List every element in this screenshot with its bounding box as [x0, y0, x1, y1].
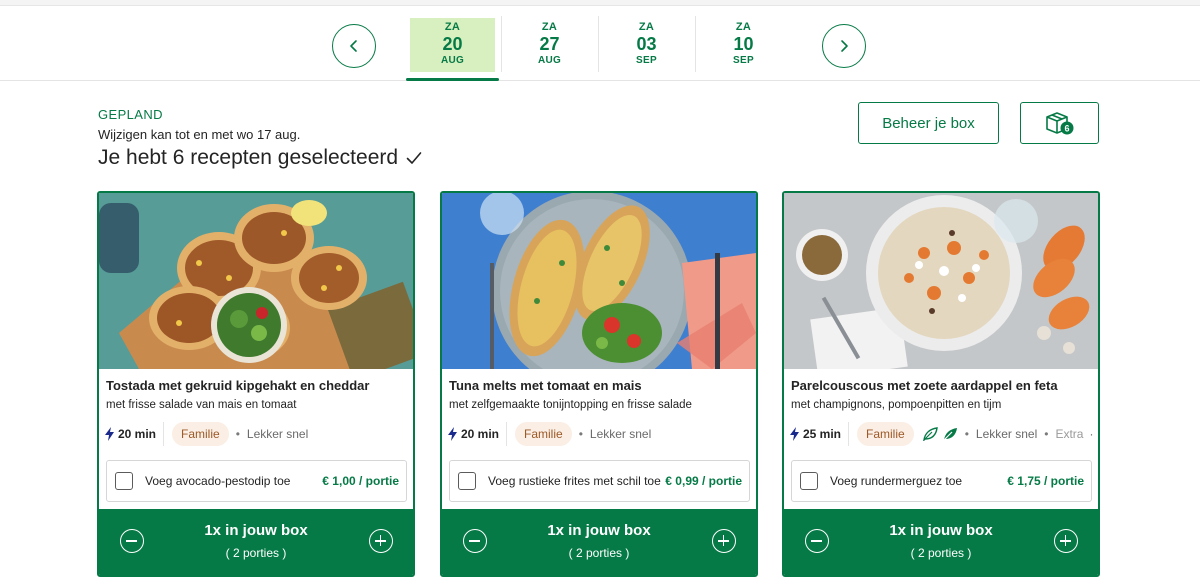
recipe-photo[interactable]: [442, 193, 756, 369]
addon-label: Voeg rustieke frites met schil toe: [488, 474, 661, 488]
lightning-icon: [790, 427, 799, 441]
prep-time: 25 min: [789, 422, 850, 446]
veggie-icons: [922, 427, 958, 441]
lightning-icon: [105, 427, 114, 441]
recipe-photo[interactable]: [784, 193, 1098, 369]
week-date: 03: [636, 34, 657, 54]
recipe-subtitle: met frisse salade van mais en tomaat: [106, 399, 297, 411]
recipe-title[interactable]: Tostada met gekruid kipgehakt en cheddar: [106, 378, 369, 393]
increase-button[interactable]: [1054, 529, 1078, 553]
week-navigation: ZA 20 AUG ZA 27 AUG ZA 03 SEP ZA 10 SEP: [0, 6, 1200, 81]
quantity-bar: 1x in jouw box ( 2 porties ): [784, 509, 1098, 575]
quantity-bar: 1x in jouw box ( 2 porties ): [442, 509, 756, 575]
lightning-icon: [448, 427, 457, 441]
box-icon: 6: [1045, 112, 1073, 135]
prep-time: 20 min: [447, 422, 508, 446]
delivery-status: GEPLAND: [98, 107, 163, 122]
week-tab-2[interactable]: ZA 03 SEP: [598, 6, 695, 81]
separator-dot: •: [1044, 427, 1049, 441]
recipe-card: Tostada met gekruid kipgehakt en cheddar…: [97, 191, 415, 577]
week-month: SEP: [733, 55, 754, 66]
quantity-bar: 1x in jouw box ( 2 porties ): [99, 509, 413, 575]
quantity-label: 1x in jouw box: [204, 522, 308, 539]
tag-badge: Familie: [857, 422, 914, 446]
extra-label: Extra: [1055, 427, 1084, 441]
week-date: 20: [442, 34, 463, 54]
addon-price: € 0,99 / portie: [665, 474, 742, 488]
week-month: AUG: [440, 55, 465, 66]
feature-label: Lekker snel: [589, 427, 652, 441]
separator-dot: •: [964, 427, 969, 441]
portions-label: ( 2 porties ): [225, 546, 287, 560]
addon-checkbox[interactable]: [458, 472, 476, 490]
selection-summary: Je hebt 6 recepten geselecteerd: [98, 146, 422, 170]
week-month: AUG: [537, 55, 562, 66]
addon-checkbox[interactable]: [115, 472, 133, 490]
recipe-card: Tuna melts met tomaat en mais met zelfge…: [440, 191, 758, 577]
week-day: ZA: [735, 21, 752, 33]
recipe-image: [442, 193, 756, 369]
week-list: ZA 20 AUG ZA 27 AUG ZA 03 SEP ZA 10 SEP: [404, 6, 792, 81]
increase-button[interactable]: [369, 529, 393, 553]
feature-label: Lekker snel: [246, 427, 309, 441]
tag-badge: Familie: [515, 422, 572, 446]
recipe-title[interactable]: Parelcouscous met zoete aardappel en fet…: [791, 378, 1058, 393]
recipe-title[interactable]: Tuna melts met tomaat en mais: [449, 378, 642, 393]
addon-checkbox[interactable]: [800, 472, 818, 490]
tag-badge: Familie: [172, 422, 229, 446]
prep-time-value: 20 min: [118, 427, 157, 441]
check-icon: [406, 152, 422, 164]
addon-option[interactable]: Voeg rustieke frites met schil toe € 0,9…: [449, 460, 750, 502]
addon-price: € 1,75 / portie: [1007, 474, 1084, 488]
feature-label: Lekker snel: [975, 427, 1038, 441]
leaf-icon: [943, 428, 957, 441]
selection-summary-text: Je hebt 6 recepten geselecteerd: [98, 146, 399, 169]
separator-dot: •: [235, 427, 240, 441]
prep-time-value: 20 min: [461, 427, 500, 441]
previous-week-button[interactable]: [332, 24, 376, 68]
recipe-photo[interactable]: [99, 193, 413, 369]
addon-label: Voeg avocado-pestodip toe: [145, 474, 291, 488]
prep-time: 20 min: [104, 422, 165, 446]
box-overview-button[interactable]: 6: [1020, 102, 1099, 144]
week-day: ZA: [444, 21, 461, 33]
change-deadline: Wijzigen kan tot en met wo 17 aug.: [98, 127, 301, 142]
recipe-meta: 20 min Familie • Lekker snel: [447, 421, 752, 447]
chevron-right-icon: [841, 40, 848, 52]
week-date: 27: [539, 34, 560, 54]
recipe-image: [784, 193, 1098, 369]
week-active-indicator: [406, 78, 499, 81]
manage-box-button[interactable]: Beheer je box: [858, 102, 999, 144]
chevron-left-icon: [350, 40, 357, 52]
week-tab-0[interactable]: ZA 20 AUG: [404, 6, 501, 81]
recipe-meta: 20 min Familie • Lekker snel: [104, 421, 409, 447]
recipe-card: Parelcouscous met zoete aardappel en fet…: [782, 191, 1100, 577]
prep-time-value: 25 min: [803, 427, 842, 441]
recipe-image: [99, 193, 413, 369]
week-date: 10: [733, 34, 754, 54]
increase-button[interactable]: [712, 529, 736, 553]
addon-price: € 1,00 / portie: [322, 474, 399, 488]
addon-label: Voeg rundermerguez toe: [830, 474, 963, 488]
week-day: ZA: [541, 21, 558, 33]
week-tab-1[interactable]: ZA 27 AUG: [501, 6, 598, 81]
leaf-outline-icon: [922, 427, 938, 441]
recipe-subtitle: met champignons, pompoenpitten en tijm: [791, 399, 1002, 411]
week-month: SEP: [636, 55, 657, 66]
recipe-meta: 25 min Familie • Lekker snel • Extra ···: [789, 421, 1094, 447]
portions-label: ( 2 porties ): [568, 546, 630, 560]
separator-dot: •: [578, 427, 583, 441]
recipe-subtitle: met zelfgemaakte tonijntopping en frisse…: [449, 399, 692, 411]
portions-label: ( 2 porties ): [910, 546, 972, 560]
addon-option[interactable]: Voeg avocado-pestodip toe € 1,00 / porti…: [106, 460, 407, 502]
week-tab-3[interactable]: ZA 10 SEP: [695, 6, 792, 81]
quantity-label: 1x in jouw box: [889, 522, 993, 539]
week-day: ZA: [638, 21, 655, 33]
quantity-label: 1x in jouw box: [547, 522, 651, 539]
addon-option[interactable]: Voeg rundermerguez toe € 1,75 / portie: [791, 460, 1092, 502]
more-icon[interactable]: ···: [1089, 427, 1094, 441]
box-count-badge: 6: [1064, 123, 1069, 133]
next-week-button[interactable]: [822, 24, 866, 68]
